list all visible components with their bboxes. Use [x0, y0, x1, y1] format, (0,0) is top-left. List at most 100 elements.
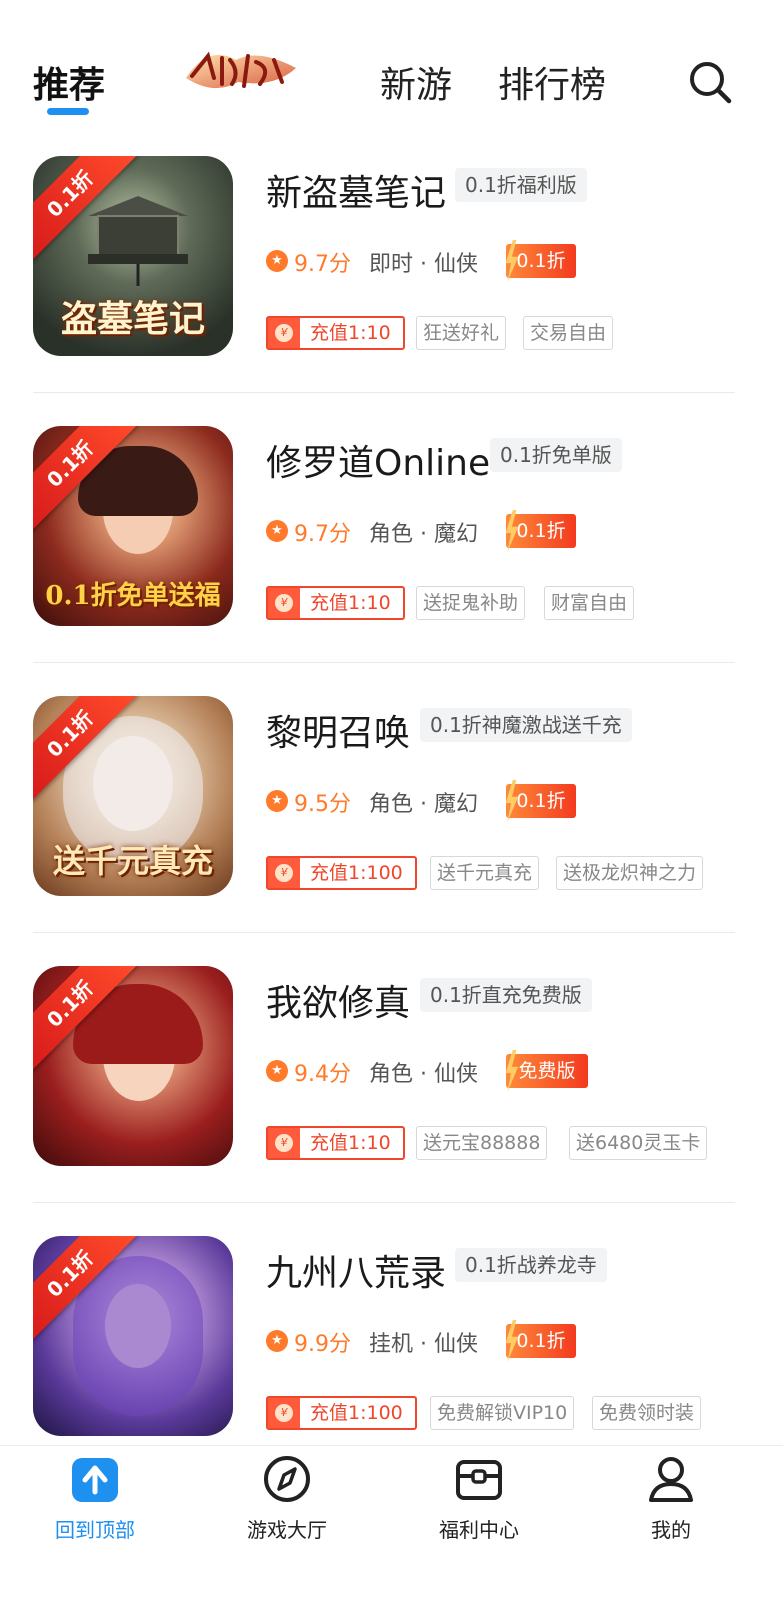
discount-label: 0.1折: [516, 1330, 566, 1352]
feature-tag: 送6480灵玉卡: [569, 1126, 708, 1160]
nav-game-hall[interactable]: 游戏大厅: [212, 1446, 362, 1566]
rating-row: ★ 9.5分 角色 · 魔幻 0.1折: [266, 780, 726, 822]
yen-icon: ¥: [268, 858, 300, 888]
game-list-item[interactable]: 0.1折 我欲修真 0.1折直充免费版 ★ 9.4分 角色 · 仙侠 免费版 ¥…: [33, 966, 735, 1236]
yen-icon: ¥: [268, 318, 300, 348]
recharge-label: 充值1:100: [310, 1402, 403, 1424]
yen-icon: ¥: [268, 1128, 300, 1158]
game-logo-artwork[interactable]: [178, 38, 303, 100]
rating-row: ★ 9.7分 即时 · 仙侠 0.1折: [266, 240, 726, 282]
discount-badge: 0.1折: [505, 240, 576, 282]
discount-label: 0.1折: [516, 520, 566, 542]
score: 9.7分: [294, 522, 351, 547]
feature-tag: 免费领时装: [592, 1396, 702, 1430]
rating-row: ★ 9.7分 角色 · 魔幻 0.1折: [266, 510, 726, 552]
game-list-item[interactable]: 0.1折 盗墓笔记 新盗墓笔记 0.1折福利版 ★ 9.7分 即时 · 仙侠 0…: [33, 156, 735, 426]
feature-tag: 交易自由: [523, 316, 614, 350]
score: 9.5分: [294, 792, 351, 817]
star-icon: ★: [266, 520, 288, 542]
genre: 挂机 · 仙侠: [369, 1332, 478, 1357]
game-title[interactable]: 修罗道Online: [266, 434, 490, 486]
rating-row: ★ 9.9分 挂机 · 仙侠 0.1折: [266, 1320, 726, 1362]
edition-badge: 0.1折免单版: [490, 438, 622, 472]
genre: 角色 · 魔幻: [369, 522, 478, 547]
feature-tag: 财富自由: [544, 586, 635, 620]
genre: 即时 · 仙侠: [369, 252, 478, 277]
feature-tag: 免费解锁VIP10: [430, 1396, 575, 1430]
score: 9.4分: [294, 1062, 351, 1087]
nav-label: 回到顶部: [55, 1518, 135, 1542]
edition-badge: 0.1折战养龙寺: [455, 1248, 607, 1282]
game-thumbnail[interactable]: 0.1折 0.1折免单送福: [33, 426, 233, 626]
divider: [33, 932, 735, 933]
thumbnail-caption: 盗墓笔记: [60, 298, 205, 340]
tomb-structure-art: [88, 196, 188, 286]
star-icon: ★: [266, 1330, 288, 1352]
game-thumbnail[interactable]: 0.1折 送千元真充: [33, 696, 233, 896]
tag-row: ¥ 充值1:10 送捉鬼补助 财富自由: [266, 586, 736, 620]
game-title[interactable]: 我欲修真: [266, 974, 410, 1026]
game-thumbnail[interactable]: 0.1折: [33, 966, 233, 1166]
nav-label: 我的: [651, 1518, 691, 1542]
game-thumbnail[interactable]: 0.1折 盗墓笔记: [33, 156, 233, 356]
edition-badge: 0.1折神魔激战送千充: [420, 708, 632, 742]
active-tab-indicator: [47, 108, 89, 115]
thumbnail-caption: 0.1折免单送福: [45, 581, 221, 611]
feature-tag: 送千元真充: [430, 856, 540, 890]
game-title[interactable]: 新盗墓笔记: [266, 164, 446, 216]
game-list-item[interactable]: 0.1折 送千元真充 黎明召唤 0.1折神魔激战送千充 ★ 9.5分 角色 · …: [33, 696, 735, 966]
star-icon: ★: [266, 250, 288, 272]
recharge-tag: ¥ 充值1:10: [266, 586, 405, 620]
recharge-tag: ¥ 充值1:10: [266, 316, 405, 350]
discount-badge: 免费版: [505, 1050, 588, 1092]
gift-box-icon: [456, 1460, 502, 1500]
recharge-label: 充值1:10: [310, 592, 391, 614]
bolt-icon: [505, 1050, 519, 1092]
top-nav: 推荐 新游 排行榜: [0, 0, 783, 130]
game-thumbnail[interactable]: 0.1折: [33, 1236, 233, 1436]
genre: 角色 · 仙侠: [369, 1062, 478, 1087]
star-icon: ★: [266, 1060, 288, 1082]
yen-icon: ¥: [268, 1398, 300, 1428]
nav-back-to-top[interactable]: 回到顶部: [20, 1446, 170, 1566]
discount-badge: 0.1折: [505, 1320, 576, 1362]
recharge-tag: ¥ 充值1:100: [266, 856, 417, 890]
feature-tag: 狂送好礼: [416, 316, 507, 350]
tab-ranking[interactable]: 排行榜: [498, 56, 606, 108]
app-page: 推荐 新游 排行榜 0.1折 盗墓笔记 新盗墓笔记 0.1折福利版 ★ 9.7分…: [0, 0, 783, 1600]
discount-label: 免费版: [518, 1060, 576, 1082]
recharge-tag: ¥ 充值1:100: [266, 1396, 417, 1430]
nav-label: 福利中心: [439, 1518, 519, 1542]
arrow-up-icon: [72, 1458, 118, 1502]
game-title[interactable]: 九州八荒录: [266, 1244, 446, 1296]
nav-mine[interactable]: 我的: [596, 1446, 746, 1566]
recharge-label: 充值1:10: [310, 1132, 391, 1154]
search-icon[interactable]: [686, 58, 734, 106]
recharge-label: 充值1:100: [310, 862, 403, 884]
game-title[interactable]: 黎明召唤: [266, 704, 410, 756]
bottom-nav: 回到顶部 游戏大厅 福利中心 我的: [0, 1445, 783, 1600]
game-list-item[interactable]: 0.1折 0.1折免单送福 修罗道Online 0.1折免单版 ★ 9.7分 角…: [33, 426, 735, 696]
edition-badge: 0.1折直充免费版: [420, 978, 592, 1012]
star-icon: ★: [266, 790, 288, 812]
feature-tag: 送捉鬼补助: [416, 586, 526, 620]
recharge-label: 充值1:10: [310, 322, 391, 344]
genre: 角色 · 魔幻: [369, 792, 478, 817]
feature-tag: 送极龙炽神之力: [556, 856, 704, 890]
edition-badge: 0.1折福利版: [455, 168, 587, 202]
nav-label: 游戏大厅: [247, 1518, 327, 1542]
user-icon: [649, 1457, 693, 1502]
tag-row: ¥ 充值1:100 送千元真充 送极龙炽神之力: [266, 856, 736, 890]
tag-row: ¥ 充值1:10 送元宝88888 送6480灵玉卡: [266, 1126, 736, 1160]
tab-new-games[interactable]: 新游: [380, 56, 452, 108]
tag-row: ¥ 充值1:100 免费解锁VIP10 免费领时装: [266, 1396, 736, 1430]
yen-icon: ¥: [268, 588, 300, 618]
score: 9.7分: [294, 252, 351, 277]
discount-label: 0.1折: [516, 250, 566, 272]
discount-label: 0.1折: [516, 790, 566, 812]
recharge-tag: ¥ 充值1:10: [266, 1126, 405, 1160]
divider: [33, 392, 735, 393]
compass-icon: [264, 1456, 310, 1502]
tab-recommend[interactable]: 推荐: [33, 56, 105, 108]
nav-welfare-center[interactable]: 福利中心: [404, 1446, 554, 1566]
